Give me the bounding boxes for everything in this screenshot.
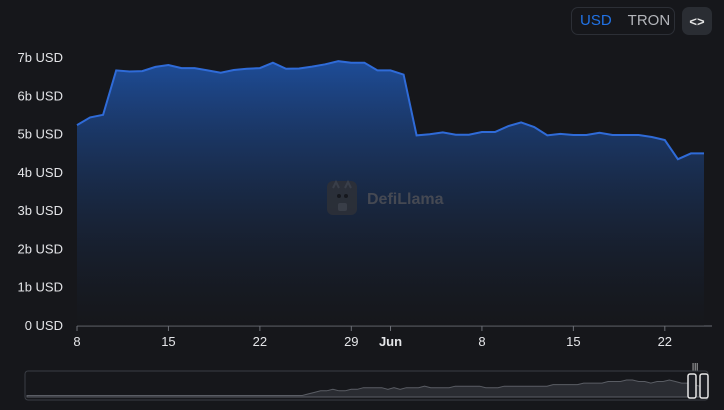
x-tick-label: 15: [161, 334, 175, 349]
brush-handle-left[interactable]: [687, 373, 697, 399]
y-tick-label: 1b USD: [17, 280, 63, 295]
x-tick-label: 22: [658, 334, 672, 349]
tvl-area-chart: 0 USD 1b USD 2b USD 3b USD 4b USD 5b USD 6b US…: [17, 50, 712, 401]
y-tick-label: 7b USD: [17, 50, 63, 65]
llama-logo-icon: [327, 179, 357, 215]
watermark-text: DefiLlama: [367, 191, 444, 208]
y-tick-label: 0 USD: [25, 318, 63, 333]
range-brush[interactable]: |||: [24, 362, 709, 401]
x-axis: 8 15 22 29 Jun 8 15 22: [73, 325, 712, 349]
y-tick-label: 2b USD: [17, 241, 63, 256]
x-tick-label: 8: [478, 334, 485, 349]
drag-handle-icon[interactable]: [687, 373, 697, 399]
brush-grip-icon: |||: [692, 362, 698, 371]
drag-handle-icon[interactable]: [699, 373, 709, 399]
y-tick-label: 3b USD: [17, 203, 63, 218]
x-tick-label: 29: [344, 334, 358, 349]
x-tick-label: Jun: [379, 334, 402, 349]
brush-handle-right[interactable]: [699, 373, 709, 399]
y-axis: 0 USD 1b USD 2b USD 3b USD 4b USD 5b USD 6b US…: [17, 50, 63, 333]
x-tick-label: 8: [73, 334, 80, 349]
x-tick-label: 15: [566, 334, 580, 349]
x-tick-label: 22: [253, 334, 267, 349]
y-tick-label: 6b USD: [17, 88, 63, 103]
y-tick-label: 5b USD: [17, 127, 63, 142]
y-tick-label: 4b USD: [17, 165, 63, 180]
